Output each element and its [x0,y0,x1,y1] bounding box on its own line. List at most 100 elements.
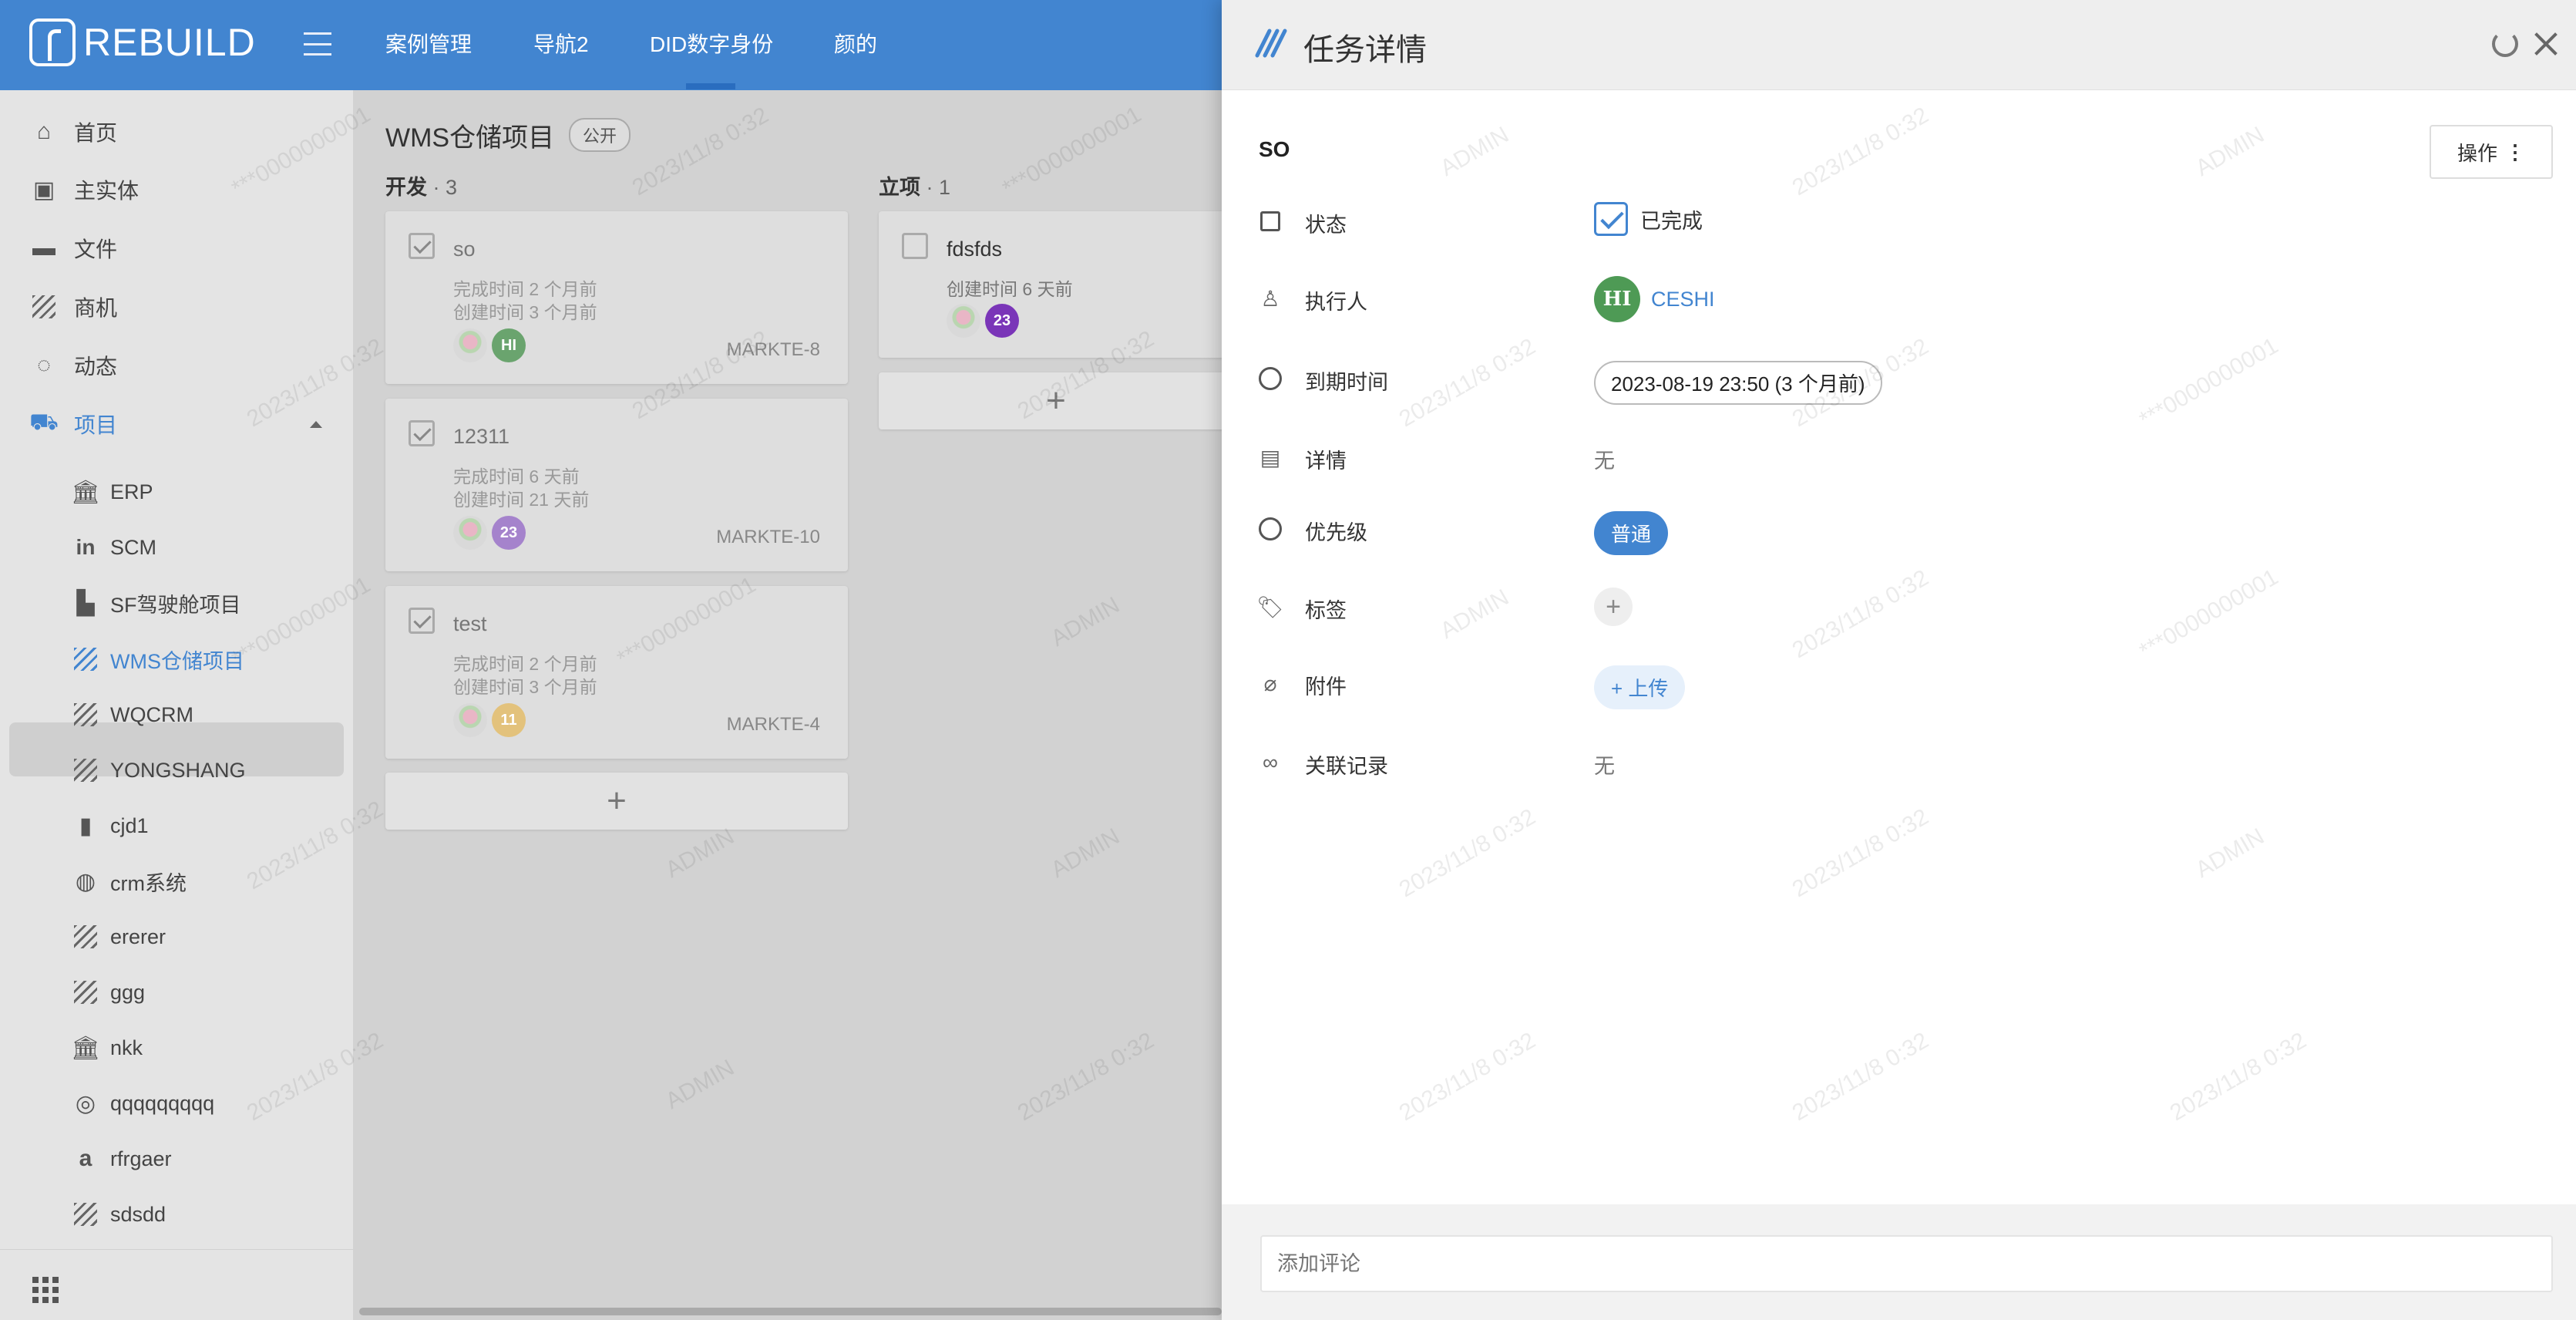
add-card-button[interactable]: + [385,773,848,830]
upload-button[interactable]: + 上传 [1594,665,1686,709]
card-checkbox[interactable] [409,608,435,634]
close-icon[interactable] [2532,29,2560,57]
sidebar-item-project[interactable]: ⛟ 项目 [0,397,353,451]
detail-value[interactable]: 无 [1594,444,1615,474]
avatar: 11 [492,703,526,737]
sidebar-item-erp[interactable]: 🏛 ERP [0,465,353,519]
watermark: ADMIN [2191,823,2269,884]
sidebar-item-label: WMS仓储项目 [110,649,244,673]
project-icon: ⛟ [29,409,59,435]
sidebar-item-entity[interactable]: ▣ 主实体 [0,163,353,217]
tag-icon: 🏷 [1256,594,1284,619]
card-done-time: 完成时间 6 天前 [453,466,580,487]
card-checkbox[interactable] [409,420,435,446]
panel-header: 任务详情 [1222,0,2576,90]
task-card[interactable]: so 完成时间 2 个月前 创建时间 3 个月前 HI MARKTE-8 [385,211,848,384]
nav-item-nav2[interactable]: 导航2 [533,28,589,59]
card-code: MARKTE-8 [726,339,820,360]
add-card-button[interactable]: + [879,372,1233,429]
task-card[interactable]: test 完成时间 2 个月前 创建时间 3 个月前 11 MARKTE-4 [385,586,848,759]
actions-button[interactable]: 操作 ⋮ [2430,125,2553,179]
hatch-icon [72,979,99,1005]
due-value[interactable]: 2023-08-19 23:50 (3 个月前) [1594,361,1882,405]
sidebar-item-ererer[interactable]: ererer [0,910,353,964]
comment-input[interactable] [1260,1235,2553,1292]
field-priority: 优先级 普通 [1222,507,2576,555]
attachments-value: + 上传 [1594,665,1686,709]
sidebar-item-feed[interactable]: ◌ 动态 [0,338,353,392]
sidebar-item-label: SF驾驶舱项目 [110,593,241,617]
top-navbar: REBUILD 案例管理 导航2 DID数字身份 颜的 [0,0,1222,90]
sidebar-item-wqcrm[interactable]: WQCRM [0,688,353,742]
column-count: · 1 [920,176,951,199]
watermark: 2023/11/8 0:32 [2165,1027,2311,1126]
sidebar-item-sf[interactable]: ▙ SF驾驶舱项目 [0,576,353,630]
avatar: HI [1594,276,1640,322]
watermark: 2023/11/8 0:32 [1394,1027,1540,1126]
sidebar-item-cjd1[interactable]: ▮ cjd1 [0,799,353,853]
home-icon: ⌂ [36,119,52,144]
priority-value[interactable]: 普通 [1594,511,1669,555]
nav-item-did[interactable]: DID数字身份 [650,28,773,59]
checkbox-outline-icon [1259,210,1282,233]
add-tag-button[interactable]: + [1594,588,1633,626]
sidebar-item-label: crm系统 [110,871,187,895]
watermark: 2023/11/8 0:32 [1787,102,1933,201]
sidebar-item-ggg[interactable]: ggg [0,965,353,1019]
sidebar-item-files[interactable]: ▬ 文件 [0,221,353,275]
comment-icon: ▤ [1259,445,1281,470]
sidebar-item-wms[interactable]: WMS仓储项目 [0,632,353,686]
task-card[interactable]: fdsfds 创建时间 6 天前 23 M [879,211,1239,358]
sidebar: ⌂ 首页 ▣ 主实体 ▬ 文件 商机 ◌ 动态 ⛟ 项目 🏛 ERP in SC… [0,90,353,1320]
sidebar-item-yongshang[interactable]: YONGSHANG [0,743,353,797]
avatar [453,703,487,737]
menu-toggle-icon[interactable] [304,32,331,56]
field-label: 标签 [1305,599,1347,622]
nav-item-yan[interactable]: 颜的 [834,28,877,59]
card-title: so [453,237,476,261]
field-status: 状态 已完成 [1222,199,2576,245]
sidebar-item-sdsdd[interactable]: sdsdd [0,1187,353,1241]
refresh-icon[interactable] [2492,31,2518,57]
column-header-dev: 开发 · 3 [385,170,457,200]
due-date-pill[interactable]: 2023-08-19 23:50 (3 个月前) [1594,361,1882,405]
sidebar-item-qqq[interactable]: ◎ qqqqqqqqq [0,1076,353,1130]
sidebar-item-crm[interactable]: ◍ crm系统 [0,854,353,908]
sidebar-item-label: ererer [110,924,166,948]
priority-pill[interactable]: 普通 [1594,511,1669,555]
sidebar-item-label: 主实体 [74,179,140,203]
card-done-time: 完成时间 2 个月前 [453,654,597,674]
field-label: 优先级 [1305,521,1367,544]
assignee-name[interactable]: CESHI [1651,288,1715,311]
entity-icon: ▣ [32,177,55,203]
sidebar-item-rfrgaer[interactable]: a rfrgaer [0,1132,353,1186]
tags-value: + [1594,588,1633,626]
card-checkbox[interactable] [902,233,928,259]
column-count: · 3 [427,176,458,199]
sidebar-item-label: ggg [110,980,146,1004]
globe-icon: ◍ [75,868,96,894]
sidebar-item-opportunity[interactable]: 商机 [0,280,353,334]
nav-item-case[interactable]: 案例管理 [385,28,472,59]
hatch-icon [72,702,99,728]
card-checkbox[interactable] [409,233,435,259]
status-value[interactable]: 已完成 [1594,202,1703,236]
sidebar-item-scm[interactable]: in SCM [0,520,353,574]
sidebar-item-nkk[interactable]: 🏛 nkk [0,1021,353,1075]
sidebar-item-home[interactable]: ⌂ 首页 [0,105,353,159]
status-checkbox[interactable] [1594,202,1628,236]
collapse-caret-icon[interactable] [310,421,322,428]
field-label: 详情 [1305,450,1347,473]
related-value[interactable]: 无 [1594,749,1615,780]
assignee-value[interactable]: HI CESHI [1594,276,1715,322]
field-detail: ▤ 详情 无 [1222,435,2576,481]
task-card[interactable]: 12311 完成时间 6 天前 创建时间 21 天前 23 MARKTE-10 [385,399,848,571]
lego-icon: ▙ [76,590,95,616]
horizontal-scrollbar[interactable] [359,1308,1222,1315]
field-label: 执行人 [1305,291,1367,314]
apps-grid-icon[interactable] [32,1277,59,1303]
task-detail-panel: 任务详情 SO 操作 ⋮ 状态 已完成 ♙ 执行人 HI CESHI 到期时间 2… [1222,0,2576,1320]
sidebar-item-label: qqqqqqqqq [110,1091,215,1115]
user-icon: ♙ [1260,286,1280,311]
app-logo[interactable]: REBUILD [29,19,256,66]
